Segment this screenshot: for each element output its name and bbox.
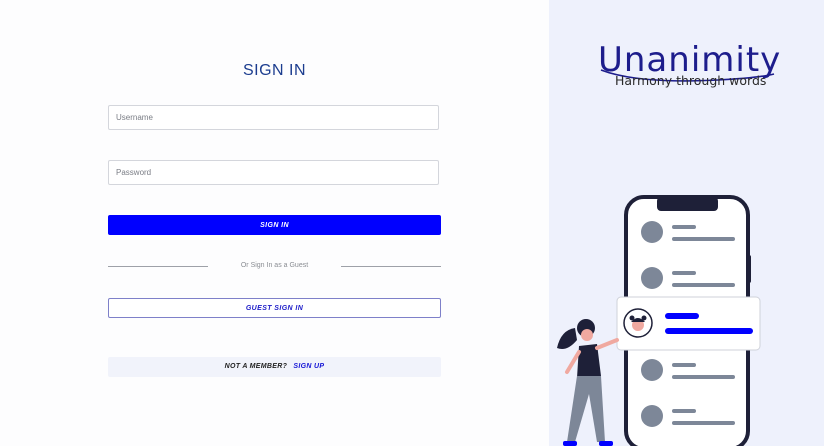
brand-logo: Unanimity Harmony through words [598,40,780,92]
divider-left [108,266,208,267]
signup-prompt: NOT A MEMBER? SIGN UP [108,357,441,377]
password-input[interactable] [109,161,438,184]
username-input[interactable] [109,106,438,129]
guest-divider-text: Or Sign In as a Guest [240,262,309,269]
password-field[interactable] [108,160,439,185]
divider-right [341,266,441,267]
sign-up-link[interactable]: SIGN UP [293,363,324,370]
phone-chat-illustration-icon [557,195,761,446]
username-field[interactable] [108,105,439,130]
brand-tagline: Harmony through words [615,73,767,88]
sign-in-button[interactable]: SIGN IN [108,215,441,235]
page-title: SIGN IN [242,62,307,79]
guest-sign-in-button[interactable]: GUEST SIGN IN [108,298,441,318]
not-member-text: NOT A MEMBER? [224,363,288,370]
login-panel: SIGN IN SIGN IN Or Sign In as a Guest GU… [0,0,549,446]
